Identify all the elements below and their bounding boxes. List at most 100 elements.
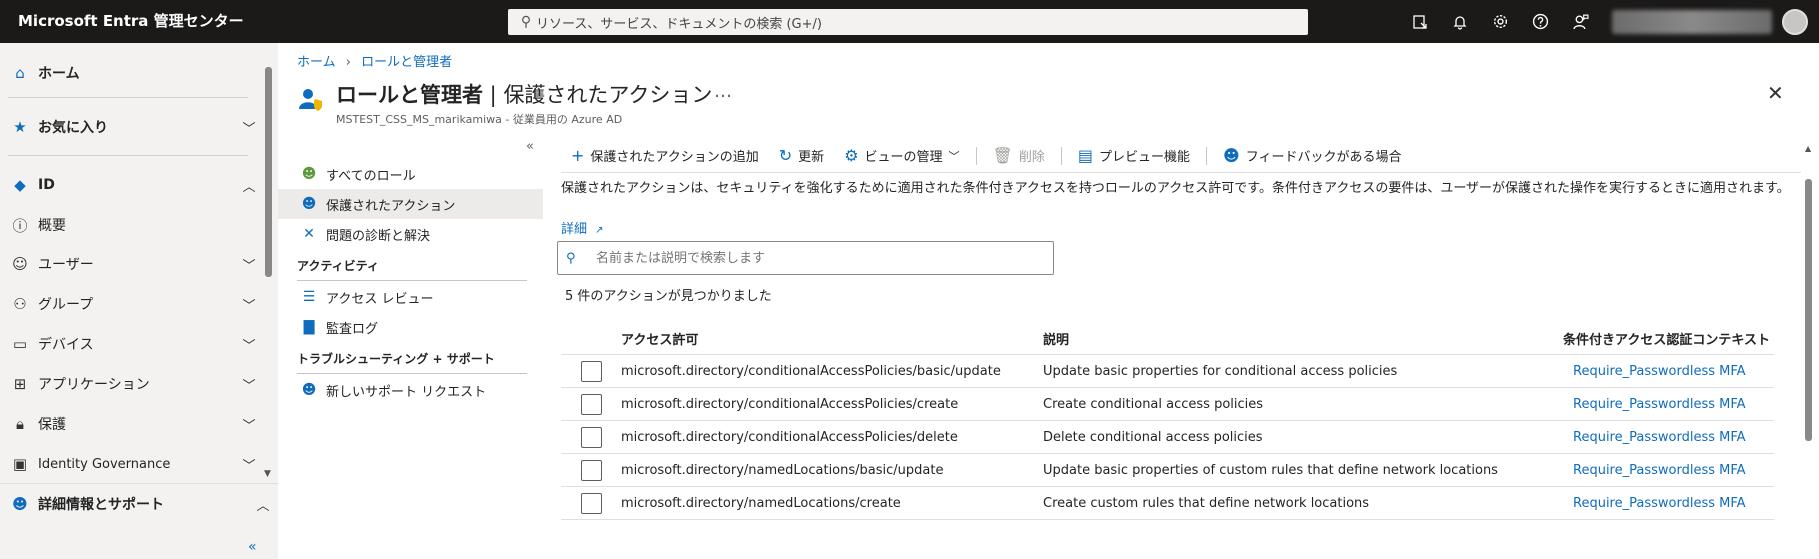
table-row[interactable]: microsoft.directory/namedLocations/creat… xyxy=(561,487,1774,520)
res-item-audit-log[interactable]: ▇ 監査ログ xyxy=(278,312,543,342)
manage-view-button[interactable]: ⚙ ビューの管理 ﹀ xyxy=(834,140,969,172)
page-title: ロールと管理者 | 保護されたアクション xyxy=(336,79,712,109)
nav-item-groups[interactable]: ⚇ グループ ﹀ xyxy=(0,286,264,322)
collapse-menu-icon[interactable]: « xyxy=(526,139,534,154)
refresh-icon: ↻ xyxy=(778,146,793,165)
search-input[interactable] xyxy=(586,250,1026,266)
brand-title[interactable]: Microsoft Entra 管理センター xyxy=(18,0,244,43)
row-checkbox[interactable] xyxy=(580,492,602,514)
add-protected-action-button[interactable]: + 保護されたアクションの追加 xyxy=(561,140,769,172)
column-header-context[interactable]: 条件付きアクセス認証コンテキスト xyxy=(1563,329,1774,348)
collapse-nav-icon[interactable]: « xyxy=(248,539,257,555)
chevron-down-icon: ﹀ xyxy=(948,149,960,163)
nav-item-identity[interactable]: ◆ ID ︿ xyxy=(0,167,264,203)
audit-log-icon: ▇ xyxy=(303,319,315,335)
feedback-button[interactable]: ☻ フィードバックがある場合 xyxy=(1213,140,1411,172)
global-search-placeholder: リソース、サービス、ドキュメントの検索 (G+/) xyxy=(536,16,822,32)
global-search[interactable]: ⚲ リソース、サービス、ドキュメントの検索 (G+/) xyxy=(508,9,1308,35)
bell-icon[interactable] xyxy=(1440,0,1480,43)
refresh-button[interactable]: ↻ 更新 xyxy=(769,140,834,172)
res-item-access-review[interactable]: ☰ アクセス レビュー xyxy=(278,282,543,312)
scroll-down-arrow-icon[interactable]: ▼ xyxy=(264,469,271,479)
nav-item-home[interactable]: ⌂ ホーム xyxy=(0,55,264,91)
table-row[interactable]: microsoft.directory/namedLocations/basic… xyxy=(561,454,1774,487)
cell-permission: microsoft.directory/namedLocations/basic… xyxy=(621,462,944,478)
nav-item-learn-support[interactable]: ☻ 詳細情報とサポート ︿ xyxy=(0,486,278,522)
preview-icon: ▤ xyxy=(1077,146,1093,165)
roles-admin-icon xyxy=(297,85,325,113)
help-icon[interactable] xyxy=(1520,0,1560,43)
preview-features-button[interactable]: ▤ プレビュー機能 xyxy=(1068,140,1200,172)
res-item-new-support-request[interactable]: ☻ 新しいサポート リクエスト xyxy=(278,375,543,405)
res-item-label: アクセス レビュー xyxy=(326,291,434,307)
nav-item-applications[interactable]: ⊞ アプリケーション ﹀ xyxy=(0,366,264,402)
content-scrollbar-thumb[interactable] xyxy=(1805,179,1812,441)
person-icon: ☺ xyxy=(12,255,28,273)
chevron-down-icon[interactable]: ﹀ xyxy=(234,375,264,394)
preview-features-label: プレビュー機能 xyxy=(1099,150,1191,165)
table-header: アクセス許可 説明 条件付きアクセス認証コンテキスト xyxy=(561,323,1774,355)
content-scrollbar[interactable]: ▲ xyxy=(1804,139,1814,559)
more-options-button[interactable]: … xyxy=(714,81,732,102)
column-header-description[interactable]: 説明 xyxy=(1043,329,1563,348)
res-item-label: 問題の診断と解決 xyxy=(326,228,431,244)
nav-item-protection[interactable]: 🔒︎ 保護 ﹀ xyxy=(0,406,264,442)
feedback-panel-icon[interactable] xyxy=(1400,0,1440,43)
chevron-up-icon[interactable]: ︿ xyxy=(248,495,278,514)
breadcrumb-roles[interactable]: ロールと管理者 xyxy=(361,55,452,70)
section-activity: アクティビティ xyxy=(297,257,527,281)
feedback-label: フィードバックがある場合 xyxy=(1245,150,1402,165)
row-checkbox[interactable] xyxy=(580,459,602,481)
nav-item-devices[interactable]: ▭ デバイス ﹀ xyxy=(0,326,264,362)
res-item-all-roles[interactable]: ☻ すべてのロール xyxy=(278,159,543,189)
top-bar: Microsoft Entra 管理センター ⚲ リソース、サービス、ドキュメン… xyxy=(0,0,1819,43)
res-item-diagnose[interactable]: ✕ 問題の診断と解決 xyxy=(278,219,543,249)
row-check-cell xyxy=(561,426,621,448)
nav-item-label: お気に入り xyxy=(38,120,108,136)
chevron-down-icon[interactable]: ﹀ xyxy=(234,295,264,314)
avatar[interactable] xyxy=(1782,9,1808,35)
row-checkbox[interactable] xyxy=(580,426,602,448)
chevron-down-icon[interactable]: ﹀ xyxy=(234,455,264,474)
nav-item-label: グループ xyxy=(38,297,94,313)
nav-item-users[interactable]: ☺ ユーザー ﹀ xyxy=(0,246,264,282)
res-item-protected-actions[interactable]: ☻ 保護されたアクション xyxy=(278,189,543,219)
cell-context-link[interactable]: Require_Passwordless MFA xyxy=(1563,430,1774,445)
person-feedback-icon[interactable] xyxy=(1560,0,1600,43)
scroll-up-arrow-icon[interactable]: ▲ xyxy=(1805,144,1811,153)
nav-item-identity-governance[interactable]: ▣ Identity Governance ﹀ xyxy=(0,446,264,482)
row-checkbox[interactable] xyxy=(580,360,602,382)
breadcrumb-home[interactable]: ホーム xyxy=(297,55,336,70)
cell-permission: microsoft.directory/conditionalAccessPol… xyxy=(621,429,958,445)
close-icon[interactable]: ✕ xyxy=(1767,81,1784,105)
delete-button[interactable]: 🗑︎ 削除 xyxy=(983,140,1055,172)
row-check-cell xyxy=(561,393,621,415)
gear-icon[interactable] xyxy=(1480,0,1520,43)
cell-context-link[interactable]: Require_Passwordless MFA xyxy=(1563,397,1774,412)
nav-item-label: ID xyxy=(38,177,55,193)
table-row[interactable]: microsoft.directory/conditionalAccessPol… xyxy=(561,355,1774,388)
cell-context-link[interactable]: Require_Passwordless MFA xyxy=(1563,496,1774,511)
top-icons xyxy=(1400,0,1600,43)
search-icon: ⚲ xyxy=(566,250,576,266)
table-row[interactable]: microsoft.directory/conditionalAccessPol… xyxy=(561,421,1774,454)
column-header-permission[interactable]: アクセス許可 xyxy=(621,329,1043,348)
learn-more-link[interactable]: 詳細 ↗ xyxy=(561,218,604,237)
chevron-down-icon[interactable]: ﹀ xyxy=(234,118,264,137)
cell-context-link[interactable]: Require_Passwordless MFA xyxy=(1563,364,1774,379)
nav-item-overview[interactable]: ⓘ 概要 xyxy=(0,207,264,243)
chevron-down-icon[interactable]: ﹀ xyxy=(234,255,264,274)
nav-item-favorites[interactable]: ★ お気に入り ﹀ xyxy=(0,109,264,145)
nav-scrollbar[interactable]: ▼ xyxy=(264,57,272,479)
row-checkbox[interactable] xyxy=(580,393,602,415)
table-row[interactable]: microsoft.directory/conditionalAccessPol… xyxy=(561,388,1774,421)
chevron-down-icon[interactable]: ﹀ xyxy=(234,335,264,354)
account-info[interactable] xyxy=(1612,10,1772,34)
chevron-up-icon[interactable]: ︿ xyxy=(234,176,264,195)
nav-scrollbar-thumb[interactable] xyxy=(265,67,272,277)
chevron-down-icon[interactable]: ﹀ xyxy=(234,415,264,434)
nav-footer: ☻ 詳細情報とサポート ︿ xyxy=(0,483,278,559)
star-icon: ★ xyxy=(13,118,27,136)
cell-context-link[interactable]: Require_Passwordless MFA xyxy=(1563,463,1774,478)
search-input-container[interactable]: ⚲ xyxy=(557,241,1054,275)
